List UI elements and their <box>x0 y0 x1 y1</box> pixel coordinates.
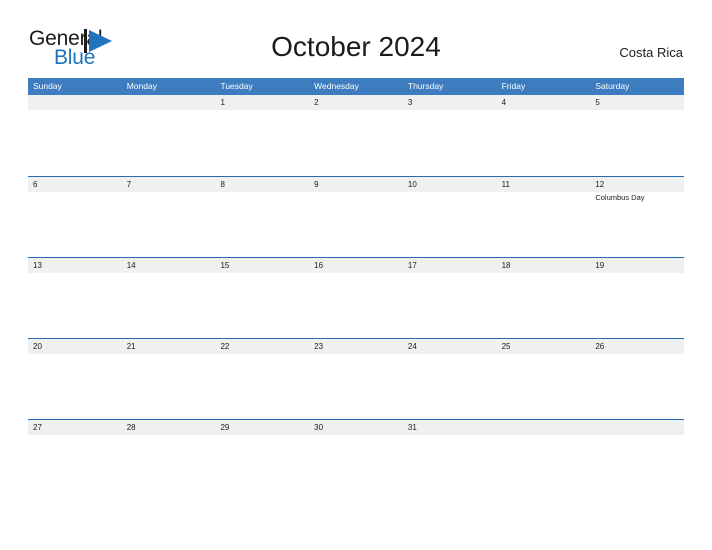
day-cell[interactable]: 1 <box>215 95 309 176</box>
day-number: 5 <box>595 98 600 107</box>
day-number: 24 <box>407 342 417 351</box>
day-number: 28 <box>126 423 136 432</box>
day-cell[interactable]: 3 <box>403 95 497 176</box>
day-number: 8 <box>220 180 225 189</box>
weekday-thursday: Thursday <box>407 81 444 91</box>
day-number: 17 <box>407 261 417 270</box>
week-row: 6 7 8 9 10 11 12 Columbus Day <box>28 176 684 257</box>
region-label: Costa Rica <box>619 45 683 60</box>
weekday-friday: Friday <box>501 81 526 91</box>
day-number: 12 <box>595 180 605 189</box>
day-number: 9 <box>314 180 319 189</box>
page-header: General Blue October 2024 Costa Rica <box>0 0 712 78</box>
calendar-grid: Sunday Monday Tuesday Wednesday Thursday… <box>28 78 684 500</box>
day-number: 16 <box>314 261 324 270</box>
day-number: 10 <box>407 180 417 189</box>
day-cell[interactable]: 18 <box>497 258 591 338</box>
day-number: 25 <box>501 342 511 351</box>
day-cell[interactable]: 14 <box>122 258 216 338</box>
weekday-sunday: Sunday <box>33 81 62 91</box>
day-cell[interactable]: 11 <box>497 177 591 257</box>
day-cell[interactable]: 9 <box>309 177 403 257</box>
day-cell[interactable]: 27 <box>28 420 122 500</box>
day-number: 11 <box>501 180 510 189</box>
calendar-page: General Blue October 2024 Costa Rica Sun… <box>0 0 712 550</box>
week-cells: 13 14 15 16 17 18 19 <box>28 258 684 338</box>
day-cell[interactable]: 12 Columbus Day <box>590 177 684 257</box>
week-row: 20 21 22 23 24 25 26 <box>28 338 684 419</box>
day-cell[interactable]: 30 <box>309 420 403 500</box>
day-number: 21 <box>126 342 136 351</box>
day-number: 23 <box>314 342 324 351</box>
day-number: 15 <box>220 261 230 270</box>
day-cell[interactable]: 31 <box>403 420 497 500</box>
day-cell[interactable]: 24 <box>403 339 497 419</box>
week-cells: 1 2 3 4 5 <box>28 95 684 176</box>
weekday-tuesday: Tuesday <box>220 81 253 91</box>
day-cell[interactable]: 20 <box>28 339 122 419</box>
day-cell[interactable]: 6 <box>28 177 122 257</box>
day-cell[interactable]: 10 <box>403 177 497 257</box>
day-number: 31 <box>407 423 417 432</box>
day-cell[interactable] <box>28 95 122 176</box>
day-cell[interactable] <box>497 420 591 500</box>
day-number: 1 <box>220 98 225 107</box>
day-cell[interactable]: 23 <box>309 339 403 419</box>
day-number: 29 <box>220 423 230 432</box>
week-cells: 6 7 8 9 10 11 12 Columbus Day <box>28 177 684 257</box>
day-number: 3 <box>407 98 413 107</box>
weekday-monday: Monday <box>126 81 157 91</box>
day-cell[interactable] <box>590 420 684 500</box>
day-cell[interactable]: 8 <box>215 177 309 257</box>
week-cells: 27 28 29 30 31 <box>28 420 684 500</box>
day-cell[interactable]: 15 <box>215 258 309 338</box>
day-number: 19 <box>595 261 605 270</box>
weekday-saturday: Saturday <box>595 81 630 91</box>
weekday-header-row: Sunday Monday Tuesday Wednesday Thursday… <box>28 78 684 95</box>
day-number: 2 <box>314 98 319 107</box>
day-cell[interactable]: 19 <box>590 258 684 338</box>
day-number: 14 <box>126 261 136 270</box>
day-number: 13 <box>33 261 42 270</box>
day-number: 4 <box>501 98 507 107</box>
day-number: 7 <box>126 180 132 189</box>
day-number: 20 <box>33 342 42 351</box>
day-cell[interactable]: 7 <box>122 177 216 257</box>
day-cell[interactable] <box>122 95 216 176</box>
day-number: 18 <box>501 261 511 270</box>
weekday-wednesday: Wednesday <box>314 81 359 91</box>
day-cell[interactable]: 26 <box>590 339 684 419</box>
week-row: 13 14 15 16 17 18 19 <box>28 257 684 338</box>
day-number: 27 <box>33 423 42 432</box>
day-number: 26 <box>595 342 605 351</box>
day-cell[interactable]: 25 <box>497 339 591 419</box>
day-cell[interactable]: 22 <box>215 339 309 419</box>
day-cell[interactable]: 2 <box>309 95 403 176</box>
day-cell[interactable]: 17 <box>403 258 497 338</box>
day-cell[interactable]: 4 <box>497 95 591 176</box>
day-cell[interactable]: 13 <box>28 258 122 338</box>
day-cell[interactable]: 21 <box>122 339 216 419</box>
day-number: 6 <box>33 180 38 189</box>
page-title: October 2024 <box>271 31 441 62</box>
day-cell[interactable]: 16 <box>309 258 403 338</box>
day-cell[interactable]: 5 <box>590 95 684 176</box>
day-cell[interactable]: 28 <box>122 420 216 500</box>
day-number: 22 <box>220 342 230 351</box>
day-number: 30 <box>314 423 324 432</box>
holiday-label: Columbus Day <box>595 193 645 202</box>
day-cell[interactable]: 29 <box>215 420 309 500</box>
week-row: 27 28 29 30 31 <box>28 419 684 500</box>
week-row: 1 2 3 4 5 <box>28 95 684 176</box>
week-cells: 20 21 22 23 24 25 26 <box>28 339 684 419</box>
